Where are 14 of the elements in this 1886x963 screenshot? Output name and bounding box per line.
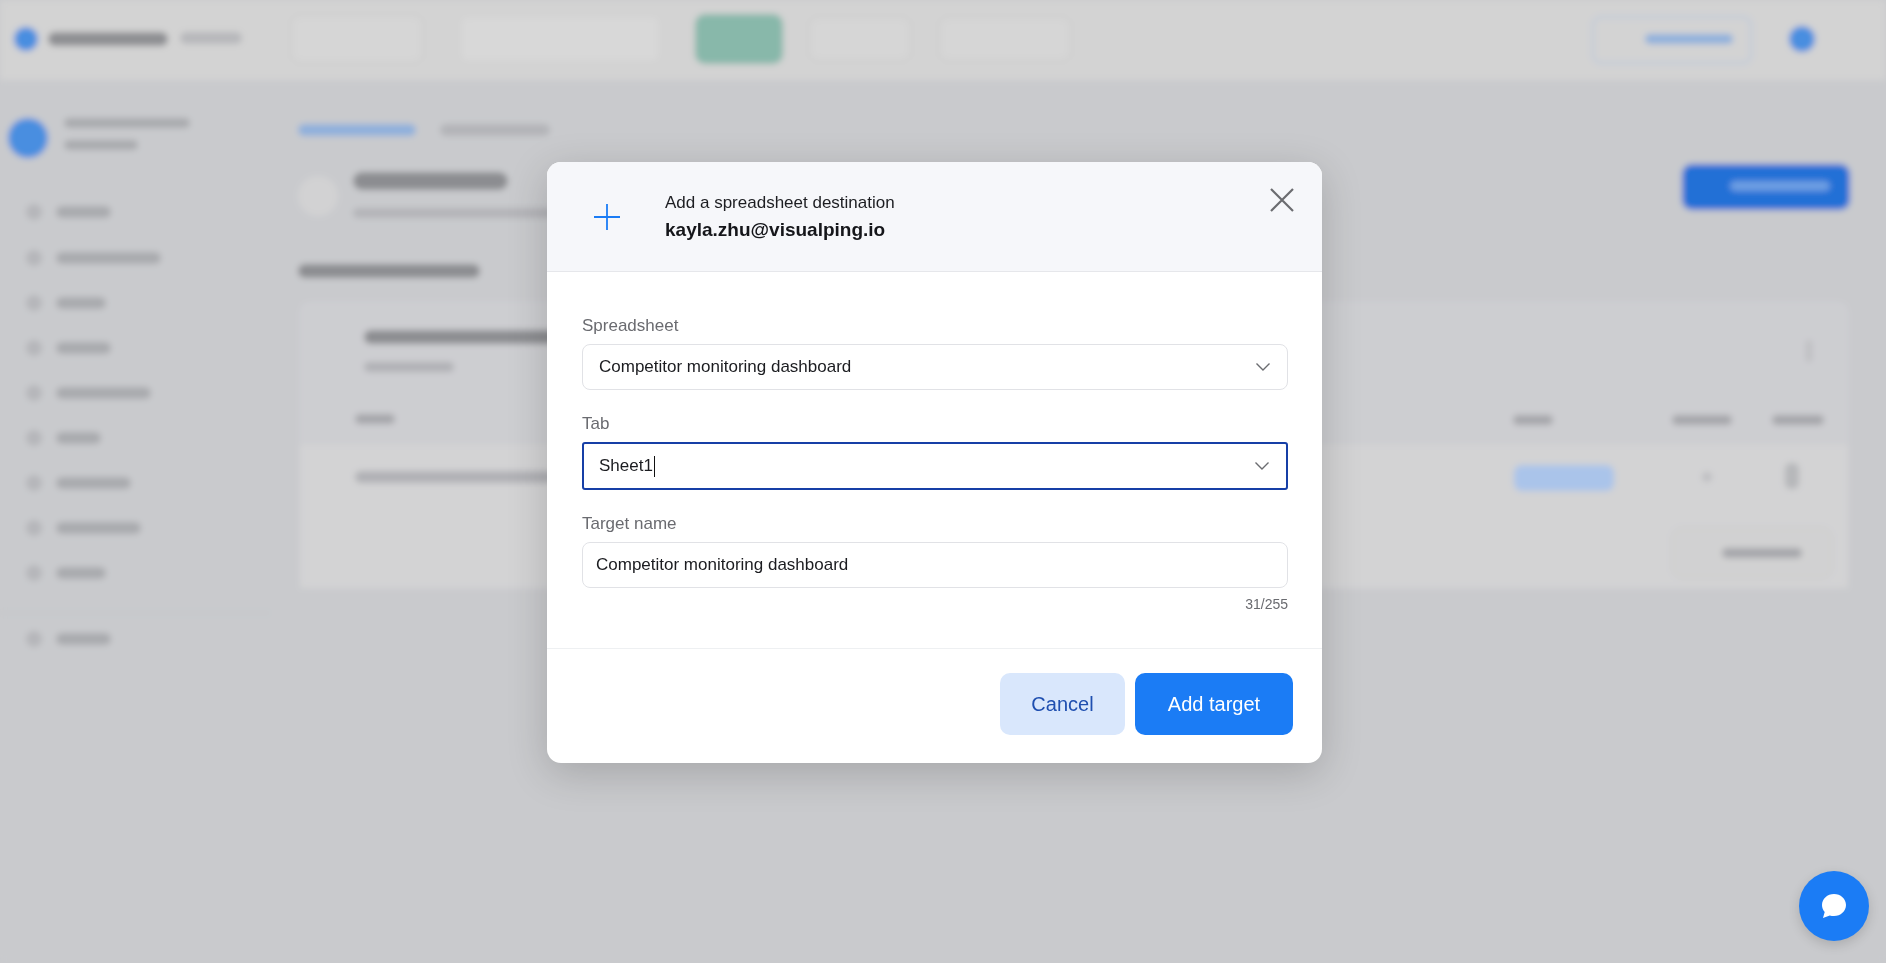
character-counter: 31/255 bbox=[1245, 596, 1288, 612]
field-label: Tab bbox=[582, 414, 611, 434]
field-label: Spreadsheet bbox=[582, 316, 680, 336]
speech-bubble-icon bbox=[1819, 891, 1849, 921]
account-email: kayla.zhu@visualping.io bbox=[665, 218, 887, 241]
dialog-title: Add a spreadsheet destination bbox=[665, 192, 895, 213]
chevron-down-icon bbox=[1255, 362, 1271, 372]
dropdown-field[interactable]: Sheet1 bbox=[582, 442, 1288, 490]
dropdown-field[interactable]: Competitor monitoring dashboard bbox=[582, 344, 1288, 390]
chevron-down-icon bbox=[1254, 461, 1270, 471]
cancel-button[interactable]: Cancel bbox=[1000, 673, 1125, 735]
field-label: Target name bbox=[582, 514, 678, 534]
text-field[interactable]: Competitor monitoring dashboard bbox=[582, 542, 1288, 588]
add-target-button[interactable]: Add target bbox=[1135, 673, 1293, 735]
